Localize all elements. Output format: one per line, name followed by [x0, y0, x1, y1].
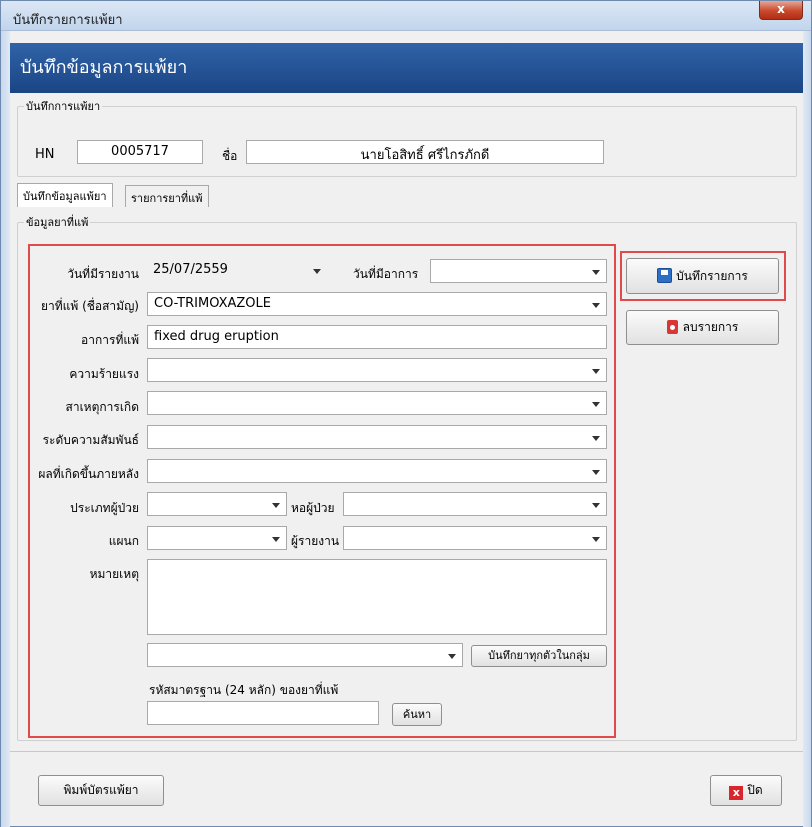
ward-select[interactable] [343, 492, 607, 516]
chevron-down-icon [592, 369, 600, 374]
name-field[interactable]: นายโอสิทธิ์ ศรีไกรภักดี [246, 140, 604, 164]
close-icon: x [729, 786, 744, 800]
page-header: บันทึกข้อมูลการแพ้ยา [10, 43, 803, 93]
dialog-window: บันทึกรายการแพ้ยา x บันทึกข้อมูลการแพ้ยา… [0, 0, 812, 827]
window-left-edge [1, 31, 10, 827]
save-all-in-group-button[interactable]: บันทึกยาทุกตัวในกลุ่ม [471, 645, 607, 667]
report-date-picker[interactable]: 25/07/2559 [147, 259, 327, 283]
standard-code-label: รหัสมาตรฐาน (24 หลัก) ของยาที่แพ้ [149, 683, 339, 697]
symptom-date-label: วันที่มีอาการ [353, 267, 419, 281]
department-label: แผนก [108, 534, 139, 548]
chevron-down-icon [592, 470, 600, 475]
chevron-down-icon [313, 269, 321, 274]
symptom-label: อาการที่แพ้ [81, 333, 139, 347]
chevron-down-icon [592, 402, 600, 407]
delete-record-label: ลบรายการ [682, 320, 739, 334]
close-icon: x [777, 2, 785, 16]
patient-group-legend: บันทึกการแพ้ยา [26, 100, 101, 113]
tab-allergy-list-label: รายการยาที่แพ้ [131, 192, 203, 205]
severity-select[interactable] [147, 358, 607, 382]
symptom-date-picker[interactable] [430, 259, 607, 283]
save-record-button[interactable]: บันทึกรายการ [626, 258, 779, 294]
chevron-down-icon [592, 436, 600, 441]
note-textarea[interactable] [147, 559, 607, 635]
close-button[interactable]: x ปิด [710, 775, 782, 806]
report-date-label: วันที่มีรายงาน [67, 267, 139, 281]
severity-label: ความร้ายแรง [69, 367, 139, 381]
tab-drug-info-label: บันทึกข้อมูลแพ้ยา [23, 190, 107, 203]
report-date-value: 25/07/2559 [153, 262, 228, 277]
save-record-label: บันทึกรายการ [676, 269, 748, 283]
patient-type-select[interactable] [147, 492, 287, 516]
patient-type-label: ประเภทผู้ป่วย [70, 501, 139, 515]
outcome-select[interactable] [147, 459, 607, 483]
cause-label: สาเหตุการเกิด [65, 400, 139, 414]
drug-label: ยาที่แพ้ (ชื่อสามัญ) [40, 299, 139, 313]
title-bar: บันทึกรายการแพ้ยา x [1, 1, 811, 31]
search-button[interactable]: ค้นหา [392, 703, 442, 726]
drug-value: CO-TRIMOXAZOLE [154, 296, 271, 311]
save-all-in-group-label: บันทึกยาทุกตัวในกลุ่ม [488, 649, 590, 662]
hn-label: HN [35, 147, 55, 162]
reporter-label: ผู้รายงาน [291, 534, 340, 548]
chevron-down-icon [448, 654, 456, 659]
window-right-edge [803, 31, 811, 827]
chevron-down-icon [272, 503, 280, 508]
name-label: ชื่อ [222, 149, 238, 163]
patient-group: บันทึกการแพ้ยา [17, 97, 797, 177]
print-card-label: พิมพ์บัตรแพ้ยา [63, 783, 139, 797]
print-card-button[interactable]: พิมพ์บัตรแพ้ยา [38, 775, 164, 806]
delete-record-button[interactable]: ลบรายการ [626, 310, 779, 345]
chevron-down-icon [592, 537, 600, 542]
window-title: บันทึกรายการแพ้ยา [13, 13, 123, 28]
drug-info-legend: ข้อมูลยาที่แพ้ [26, 216, 89, 229]
cause-select[interactable] [147, 391, 607, 415]
tab-allergy-list[interactable]: รายการยาที่แพ้ [125, 185, 209, 207]
chevron-down-icon [592, 503, 600, 508]
chevron-down-icon [592, 303, 600, 308]
drug-select[interactable]: CO-TRIMOXAZOLE [147, 292, 607, 316]
ward-label: หอผู้ป่วย [291, 501, 335, 515]
relation-select[interactable] [147, 425, 607, 449]
drug-group-select[interactable] [147, 643, 463, 667]
symptom-input[interactable]: fixed drug eruption [147, 325, 607, 349]
chevron-down-icon [272, 537, 280, 542]
page-title: บันทึกข้อมูลการแพ้ยา [20, 57, 188, 78]
chevron-down-icon [592, 270, 600, 275]
close-button-label: ปิด [747, 783, 763, 797]
note-label: หมายเหตุ [89, 567, 139, 581]
standard-code-input[interactable] [147, 701, 379, 725]
search-button-label: ค้นหา [402, 708, 432, 721]
delete-icon [666, 320, 678, 334]
hn-field[interactable]: 0005717 [77, 140, 203, 164]
department-select[interactable] [147, 526, 287, 550]
reporter-select[interactable] [343, 526, 607, 550]
outcome-label: ผลที่เกิดขึ้นภายหลัง [38, 467, 139, 481]
relation-label: ระดับความสัมพันธ์ [42, 433, 139, 447]
tab-drug-info[interactable]: บันทึกข้อมูลแพ้ยา [17, 183, 113, 207]
window-close-button[interactable]: x [759, 1, 803, 20]
save-icon [657, 268, 673, 283]
